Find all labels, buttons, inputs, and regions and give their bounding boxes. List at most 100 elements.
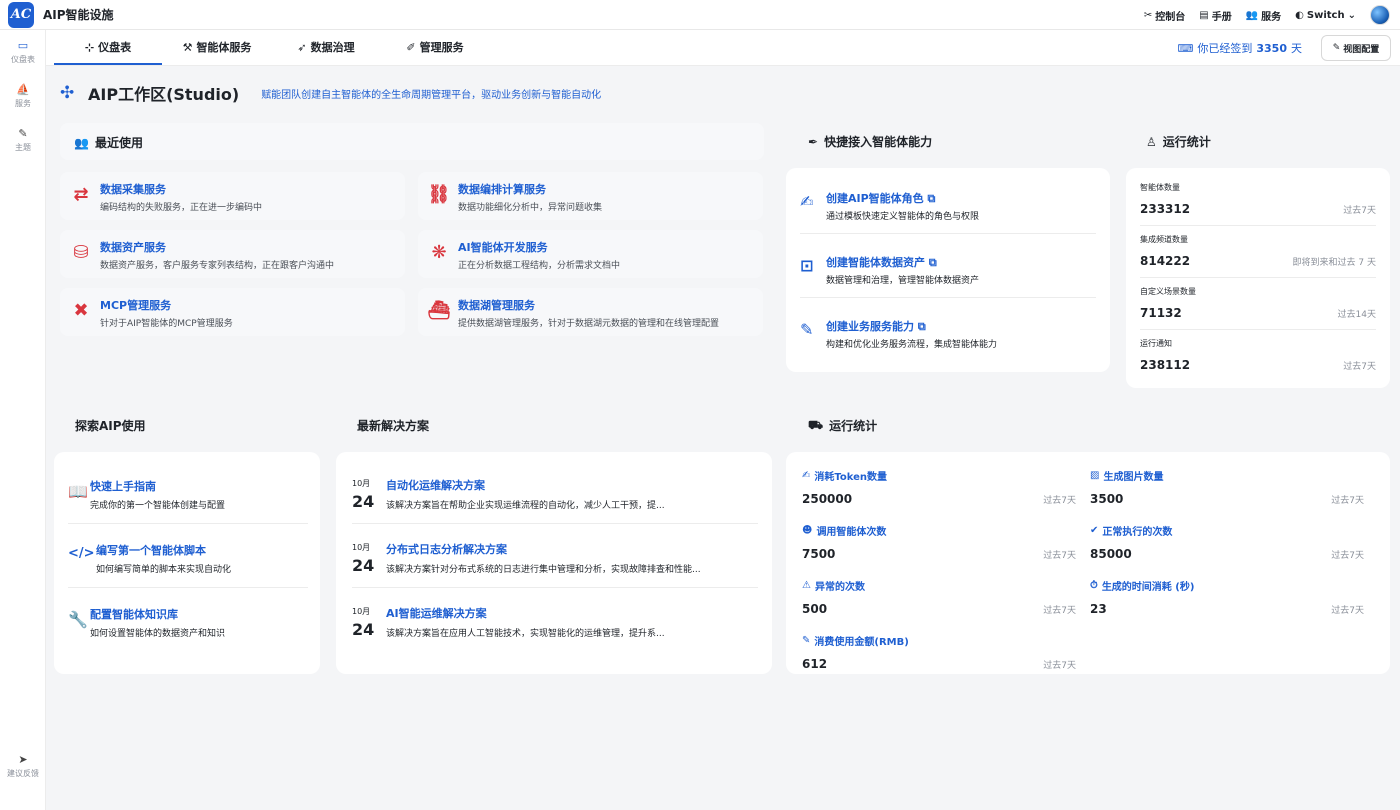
solution-month: 10月 — [352, 607, 371, 616]
console-link[interactable]: ✂ 控制台 — [1144, 8, 1185, 23]
exchange-icon: ⇄ — [73, 183, 89, 205]
stat-label: ✍ 消耗Token数量 — [802, 468, 887, 483]
explore-item-quickstart[interactable]: 📖 快速上手指南 完成你的第一个智能体创建与配置 — [68, 460, 308, 524]
section-title-text: 最新解决方案 — [357, 419, 430, 433]
recent-item-desc: 针对于AIP智能体的MCP管理服务 — [100, 319, 233, 329]
stat-period: 即将到来和过去 7 天 — [1292, 258, 1376, 268]
stat-label: 集成频道数量 — [1140, 235, 1188, 244]
recent-item-data-lake[interactable]: ⛴ 数据湖管理服务 提供数据湖管理服务，针对于数据湖元数据的管理和在线管理配置 — [418, 288, 763, 336]
run-stats-bottom-title: ⛟ 运行统计 — [808, 417, 877, 434]
manual-icon: ▤ — [1199, 9, 1209, 21]
recent-item-data-orchestration[interactable]: ⛓ 数据编排计算服务 数据功能细化分析中，异常问题收集 — [418, 172, 763, 220]
solution-item-automation[interactable]: 10月 24 自动化运维解决方案 该解决方案旨在帮助企业实现运维流程的自动化，减… — [352, 460, 758, 524]
recent-item-desc: 编码结构的失败服务，正在进一步编码中 — [100, 203, 263, 213]
ship-icon: ⛴ — [427, 299, 451, 321]
switch-label: Switch — [1306, 9, 1345, 21]
quick-access-create-data-asset[interactable]: ⊡ 创建智能体数据资产 ⧉ 数据管理和治理，管理智能体数据资产 — [800, 238, 1096, 298]
stat-label: 运行通知 — [1140, 339, 1172, 348]
code-window-icon: ⊡ — [800, 256, 814, 275]
avatar[interactable] — [1370, 5, 1390, 25]
explore-item-script[interactable]: </> 编写第一个智能体脚本 如何编写简单的脚本来实现自动化 — [68, 524, 308, 588]
tab-label: 仪盘表 — [98, 41, 132, 54]
recent-item-title: AI智能体开发服务 — [458, 241, 548, 254]
stat-period: 过去7天 — [1043, 551, 1076, 561]
file-signature-icon: ✎ — [802, 635, 811, 646]
checkin-days: 3350 — [1256, 41, 1287, 55]
stat-error-count: ⚠ 异常的次数 500 过去7天 — [802, 578, 1076, 628]
sidebar-item-service[interactable]: ⛵ 服务 — [0, 74, 46, 118]
solution-item-log-analysis[interactable]: 10月 24 分布式日志分析解决方案 该解决方案针对分布式系统的日志进行集中管理… — [352, 524, 758, 588]
stat-period: 过去7天 — [1043, 606, 1076, 616]
quick-access-create-role[interactable]: ✍ 创建AIP智能体角色 ⧉ 通过模板快速定义智能体的角色与权限 — [800, 174, 1096, 234]
tab-dashboard[interactable]: ⊹ 仪盘表 — [54, 29, 162, 65]
quick-access-create-business[interactable]: ✎ 创建业务服务能力 ⧉ 构建和优化业务服务流程，集成智能体能力 — [800, 302, 1096, 362]
signature-icon: ✍ — [802, 470, 811, 481]
stat-label: 智能体数量 — [1140, 183, 1180, 192]
manual-link[interactable]: ▤ 手册 — [1199, 8, 1231, 23]
quick-access-item-title-text: 创建AIP智能体角色 — [826, 192, 924, 205]
explore-item-knowledge[interactable]: 🔧 配置智能体知识库 如何设置智能体的数据资产和知识 — [68, 588, 308, 652]
explore-item-desc: 如何编写简单的脚本来实现自动化 — [96, 565, 232, 575]
recent-item-desc: 提供数据湖管理服务，针对于数据湖元数据的管理和在线管理配置 — [458, 319, 720, 329]
edit-icon: ✎ — [18, 127, 28, 140]
solution-desc: 该解决方案旨在帮助企业实现运维流程的自动化，减少人工干预，提... — [386, 501, 665, 511]
sidebar-item-feedback[interactable]: ➤ 建议反馈 — [0, 744, 46, 788]
external-link-icon: ⧉ — [928, 256, 937, 269]
main-content: ✣ AIP工作区(Studio) 赋能团队创建自主智能体的全生命周期管理平台，驱… — [46, 67, 1400, 810]
solution-day: 24 — [352, 620, 375, 639]
warning-icon: ⚠ — [802, 580, 811, 591]
stat-value: 3500 — [1090, 492, 1124, 506]
stat-label: 自定义场景数量 — [1140, 287, 1196, 296]
tab-label: 管理服务 — [419, 41, 464, 54]
stat-spending: ✎ 消费使用金额(RMB) 612 过去7天 — [802, 633, 1076, 683]
recent-item-desc: 数据功能细化分析中，异常问题收集 — [458, 203, 603, 213]
quick-access-item-desc: 通过模板快速定义智能体的角色与权限 — [826, 212, 980, 222]
sidebar-item-label: 建议反馈 — [7, 769, 39, 778]
quick-access-item-title: 创建AIP智能体角色 ⧉ — [826, 190, 935, 206]
external-link-icon: ⧉ — [917, 320, 926, 333]
solution-item-ai-ops[interactable]: 10月 24 AI智能运维解决方案 该解决方案旨在应用人工智能技术，实现智能化的… — [352, 588, 758, 652]
book-icon: 📖 — [68, 482, 88, 501]
stat-period: 过去7天 — [1331, 496, 1364, 506]
robot-icon: ☻ — [802, 525, 813, 536]
app-logo[interactable]: AC — [8, 1, 34, 28]
file-signature-icon: ✎ — [800, 320, 814, 339]
sidebar-item-dashboard[interactable]: ▭ 仪盘表 — [0, 30, 46, 74]
service-link[interactable]: 👥 服务 — [1246, 8, 1281, 23]
view-config-button[interactable]: ✎ 视图配置 — [1321, 35, 1391, 61]
stat-label-text: 消费使用金额(RMB) — [814, 637, 909, 648]
users-icon: 👥 — [74, 135, 89, 150]
tab-management[interactable]: ✐ 管理服务 — [381, 29, 489, 65]
rocket-icon: ➶ — [297, 40, 307, 54]
switch-dropdown[interactable]: ◐ Switch ⌄ — [1295, 10, 1356, 21]
stat-period: 过去7天 — [1343, 362, 1376, 372]
tab-data-governance[interactable]: ➶ 数据治理 — [272, 29, 380, 65]
view-config-label: 视图配置 — [1343, 44, 1380, 55]
stat-value: 250000 — [802, 492, 853, 506]
stat-value: 814222 — [1140, 254, 1191, 268]
recent-item-data-asset[interactable]: ⛁ 数据资产服务 数据资产服务，客户服务专家列表结构，正在跟客户沟通中 — [60, 230, 405, 278]
stat-label: ▨ 生成图片数量 — [1090, 468, 1163, 483]
brain-icon: ❋ — [431, 241, 447, 263]
truck-icon: ⛟ — [808, 417, 824, 432]
sidebar-item-theme[interactable]: ✎ 主题 — [0, 118, 46, 162]
solution-month: 10月 — [352, 479, 371, 488]
manual-label: 手册 — [1211, 11, 1232, 23]
recent-item-ai-agent-dev[interactable]: ❋ AI智能体开发服务 正在分析数据工程结构，分析需求文档中 — [418, 230, 763, 278]
recent-item-mcp[interactable]: ✖ MCP管理服务 针对于AIP智能体的MCP管理服务 — [60, 288, 405, 336]
page-title: AIP工作区(Studio) — [88, 85, 240, 104]
image-icon: ▨ — [1090, 470, 1100, 481]
solution-desc: 该解决方案旨在应用人工智能技术，实现智能化的运维管理，提升系... — [386, 629, 665, 639]
explore-title: 探索AIP使用 — [75, 417, 146, 434]
stat-value: 500 — [802, 602, 828, 616]
quick-access-item-desc: 构建和优化业务服务流程，集成智能体能力 — [826, 340, 998, 350]
recent-item-data-collection[interactable]: ⇄ 数据采集服务 编码结构的失败服务，正在进一步编码中 — [60, 172, 405, 220]
app-title: AIP智能设施 — [43, 8, 114, 22]
solution-day: 24 — [352, 556, 375, 575]
feather-icon: ✐ — [406, 40, 416, 54]
sidebar-item-label: 服务 — [15, 99, 31, 108]
tab-agent-service[interactable]: ⚒ 智能体服务 — [163, 29, 271, 65]
run-stats-bottom-panel: ✍ 消耗Token数量 250000 过去7天 ▨ 生成图片数量 3500 过去7天… — [786, 452, 1390, 674]
edit-icon: ✎ — [1332, 43, 1341, 53]
stat-period: 过去7天 — [1331, 551, 1364, 561]
